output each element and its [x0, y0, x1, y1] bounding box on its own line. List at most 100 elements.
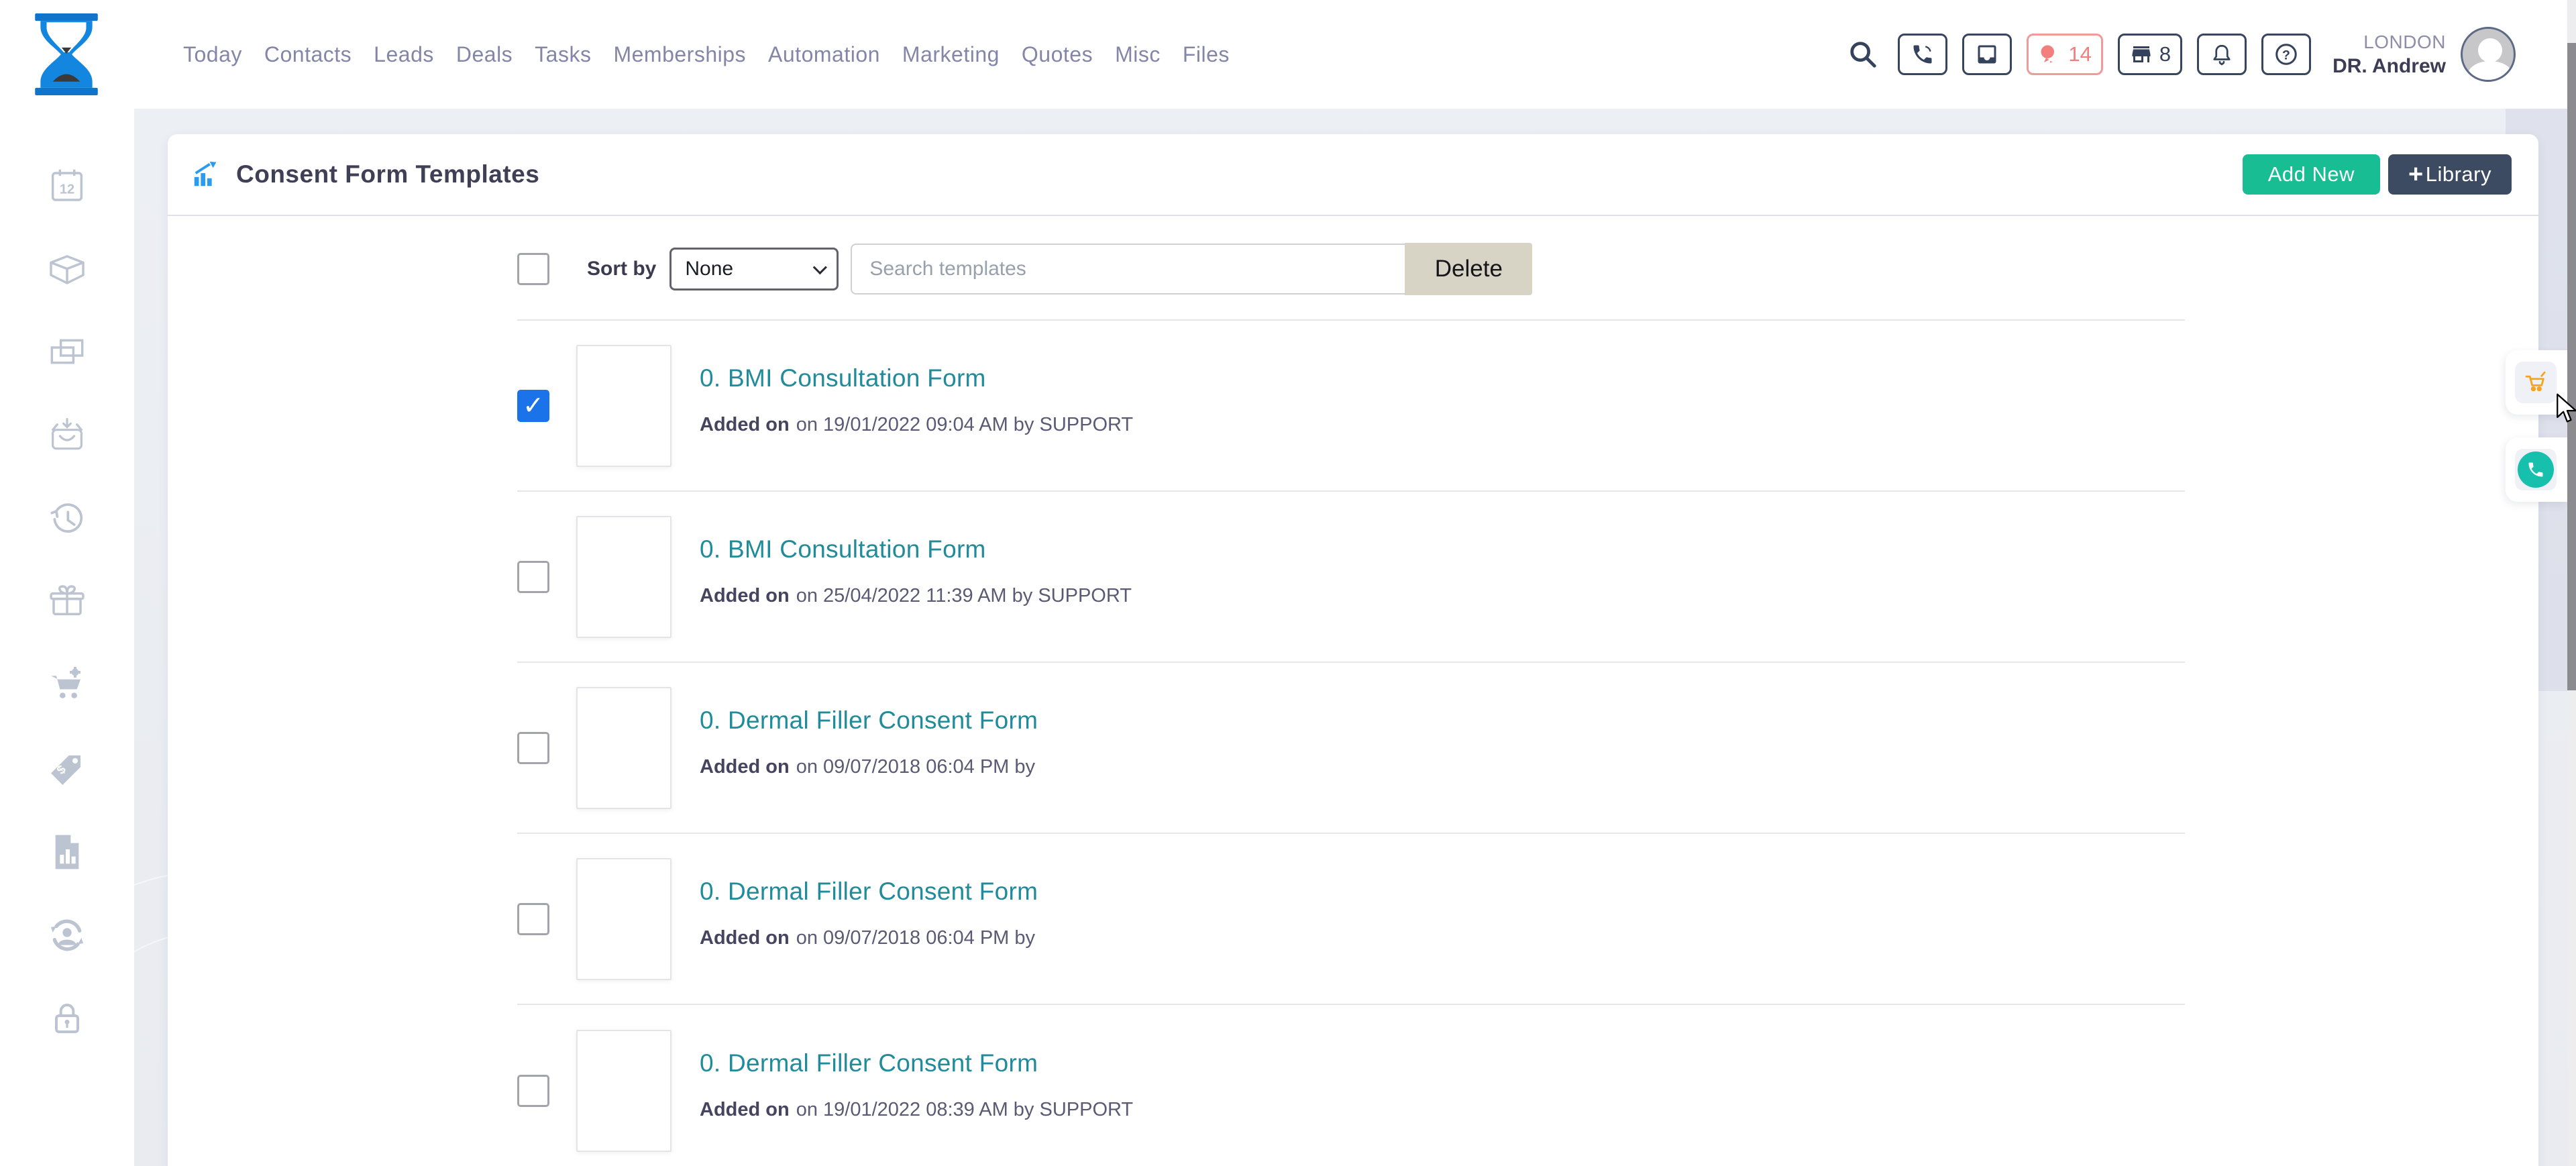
- report-document-icon[interactable]: [42, 827, 93, 878]
- delete-button[interactable]: Delete: [1405, 243, 1532, 295]
- nav-item-quotes[interactable]: Quotes: [1022, 42, 1093, 67]
- store-button[interactable]: 8: [2118, 34, 2182, 75]
- notifications-bell-button[interactable]: [2197, 34, 2247, 75]
- nav-item-deals[interactable]: Deals: [456, 42, 513, 67]
- phone-icon: [2518, 452, 2554, 488]
- search-templates-input[interactable]: [851, 244, 1405, 295]
- row-checkbox[interactable]: [517, 732, 549, 764]
- nav-item-misc[interactable]: Misc: [1115, 42, 1161, 67]
- added-on-detail: on 09/07/2018 06:04 PM by: [796, 927, 1035, 949]
- floating-cart-widget[interactable]: [2506, 350, 2567, 415]
- chevron-down-icon: [813, 260, 827, 274]
- chat-count-badge: 14: [2068, 42, 2091, 66]
- templates-list: Sort by None Delete 0. BMI Consultation …: [517, 216, 2185, 1166]
- duplicate-copy-icon[interactable]: [42, 327, 93, 378]
- chat-messages-button[interactable]: 14: [2027, 34, 2102, 75]
- cart-settings-icon[interactable]: [42, 660, 93, 711]
- added-on-label: Added on: [700, 756, 790, 778]
- inbox-button[interactable]: [1962, 34, 2012, 75]
- added-on-detail: on 09/07/2018 06:04 PM by: [796, 756, 1035, 778]
- svg-text:12: 12: [60, 182, 74, 197]
- calendar-icon[interactable]: 12: [42, 161, 93, 212]
- gift-icon[interactable]: [42, 577, 93, 628]
- nav-item-files[interactable]: Files: [1183, 42, 1230, 67]
- added-on-detail: on 19/01/2022 09:04 AM by SUPPORT: [796, 414, 1133, 435]
- template-meta: Added on on 19/01/2022 09:04 AM by SUPPOR…: [700, 414, 1133, 436]
- template-row: 0. Dermal Filler Consent Form Added on on…: [517, 834, 2185, 1005]
- added-on-detail: on 19/01/2022 08:39 AM by SUPPORT: [796, 1099, 1133, 1120]
- nav-item-marketing[interactable]: Marketing: [902, 42, 1000, 67]
- main-menu: Today Contacts Leads Deals Tasks Members…: [183, 42, 1230, 67]
- template-title-link[interactable]: 0. BMI Consultation Form: [700, 535, 1132, 564]
- left-sidebar: 12: [0, 109, 134, 1166]
- template-row: 0. BMI Consultation Form Added on on 25/0…: [517, 492, 2185, 663]
- user-location: LONDON: [2332, 30, 2446, 54]
- plus-icon: +: [2408, 162, 2424, 187]
- sort-select[interactable]: None: [669, 248, 839, 290]
- template-meta: Added onon 19/01/2022 08:39 AM by SUPPOR…: [700, 1099, 1133, 1121]
- topbar-actions: 14 8 ? LONDON DR. Andrew: [1847, 27, 2576, 82]
- template-thumbnail[interactable]: [576, 345, 672, 467]
- shopping-bag-download-icon[interactable]: [42, 411, 93, 462]
- row-checkbox[interactable]: [517, 1075, 549, 1107]
- select-all-checkbox[interactable]: [517, 253, 549, 285]
- card-header: Consent Form Templates Add New + Library: [168, 134, 2538, 216]
- lock-icon[interactable]: [42, 993, 93, 1044]
- added-on-label: Added on: [700, 585, 790, 606]
- phone-calls-button[interactable]: [1898, 34, 1947, 75]
- added-on-label: Added on: [700, 414, 790, 435]
- sort-by-label: Sort by: [587, 258, 656, 280]
- floating-phone-widget[interactable]: [2506, 437, 2567, 502]
- template-row: 0. Dermal Filler Consent Form Added onon…: [517, 1005, 2185, 1166]
- user-sync-icon[interactable]: [42, 910, 93, 961]
- help-button[interactable]: ?: [2261, 34, 2311, 75]
- nav-item-tasks[interactable]: Tasks: [535, 42, 591, 67]
- package-box-icon[interactable]: [42, 244, 93, 295]
- add-new-button[interactable]: Add New: [2243, 154, 2380, 195]
- library-button-label: Library: [2426, 162, 2491, 187]
- template-title-link[interactable]: 0. BMI Consultation Form: [700, 364, 1133, 392]
- search-icon[interactable]: [1847, 38, 1879, 70]
- template-title-link[interactable]: 0. Dermal Filler Consent Form: [700, 1049, 1133, 1077]
- nav-item-today[interactable]: Today: [183, 42, 242, 67]
- template-meta: Added on on 09/07/2018 06:04 PM by: [700, 927, 1038, 949]
- template-thumbnail[interactable]: [576, 858, 672, 980]
- store-count-badge: 8: [2159, 42, 2171, 66]
- hourglass-logo-icon[interactable]: [32, 13, 101, 95]
- page-title: Consent Form Templates: [236, 160, 539, 189]
- chart-title-icon: [191, 159, 221, 190]
- template-row: 0. BMI Consultation Form Added on on 19/0…: [517, 321, 2185, 492]
- price-tag-icon[interactable]: $: [42, 743, 93, 794]
- row-checkbox[interactable]: [517, 903, 549, 935]
- top-navigation-bar: Today Contacts Leads Deals Tasks Members…: [0, 0, 2576, 109]
- user-avatar[interactable]: [2461, 27, 2516, 82]
- page-scrollbar[interactable]: [2567, 0, 2576, 1166]
- library-button[interactable]: + Library: [2388, 154, 2512, 195]
- nav-item-contacts[interactable]: Contacts: [264, 42, 352, 67]
- user-name: DR. Andrew: [2332, 54, 2446, 79]
- template-title-link[interactable]: 0. Dermal Filler Consent Form: [700, 878, 1038, 906]
- svg-text:?: ?: [2282, 48, 2290, 63]
- template-row: 0. Dermal Filler Consent Form Added on on…: [517, 663, 2185, 834]
- template-meta: Added on on 09/07/2018 06:04 PM by: [700, 756, 1038, 778]
- scrollbar-thumb[interactable]: [2567, 43, 2576, 690]
- sort-select-value: None: [685, 258, 733, 280]
- added-on-detail: on 25/04/2022 11:39 AM by SUPPORT: [796, 585, 1132, 606]
- nav-item-memberships[interactable]: Memberships: [613, 42, 746, 67]
- added-on-label: Added on: [700, 927, 790, 949]
- content-area: Consent Form Templates Add New + Library…: [134, 109, 2576, 1166]
- row-checkbox[interactable]: [517, 390, 549, 422]
- user-info[interactable]: LONDON DR. Andrew: [2332, 30, 2446, 79]
- template-thumbnail[interactable]: [576, 516, 672, 638]
- template-meta: Added on on 25/04/2022 11:39 AM by SUPPOR…: [700, 585, 1132, 607]
- row-checkbox[interactable]: [517, 561, 549, 593]
- nav-item-leads[interactable]: Leads: [374, 42, 434, 67]
- nav-item-automation[interactable]: Automation: [768, 42, 880, 67]
- template-title-link[interactable]: 0. Dermal Filler Consent Form: [700, 706, 1038, 735]
- cart-icon: [2522, 368, 2550, 396]
- list-toolbar: Sort by None Delete: [517, 216, 2185, 321]
- history-clock-icon[interactable]: [42, 494, 93, 545]
- template-thumbnail[interactable]: [576, 687, 672, 809]
- template-thumbnail[interactable]: [576, 1030, 672, 1152]
- consent-templates-card: Consent Form Templates Add New + Library…: [168, 134, 2538, 1166]
